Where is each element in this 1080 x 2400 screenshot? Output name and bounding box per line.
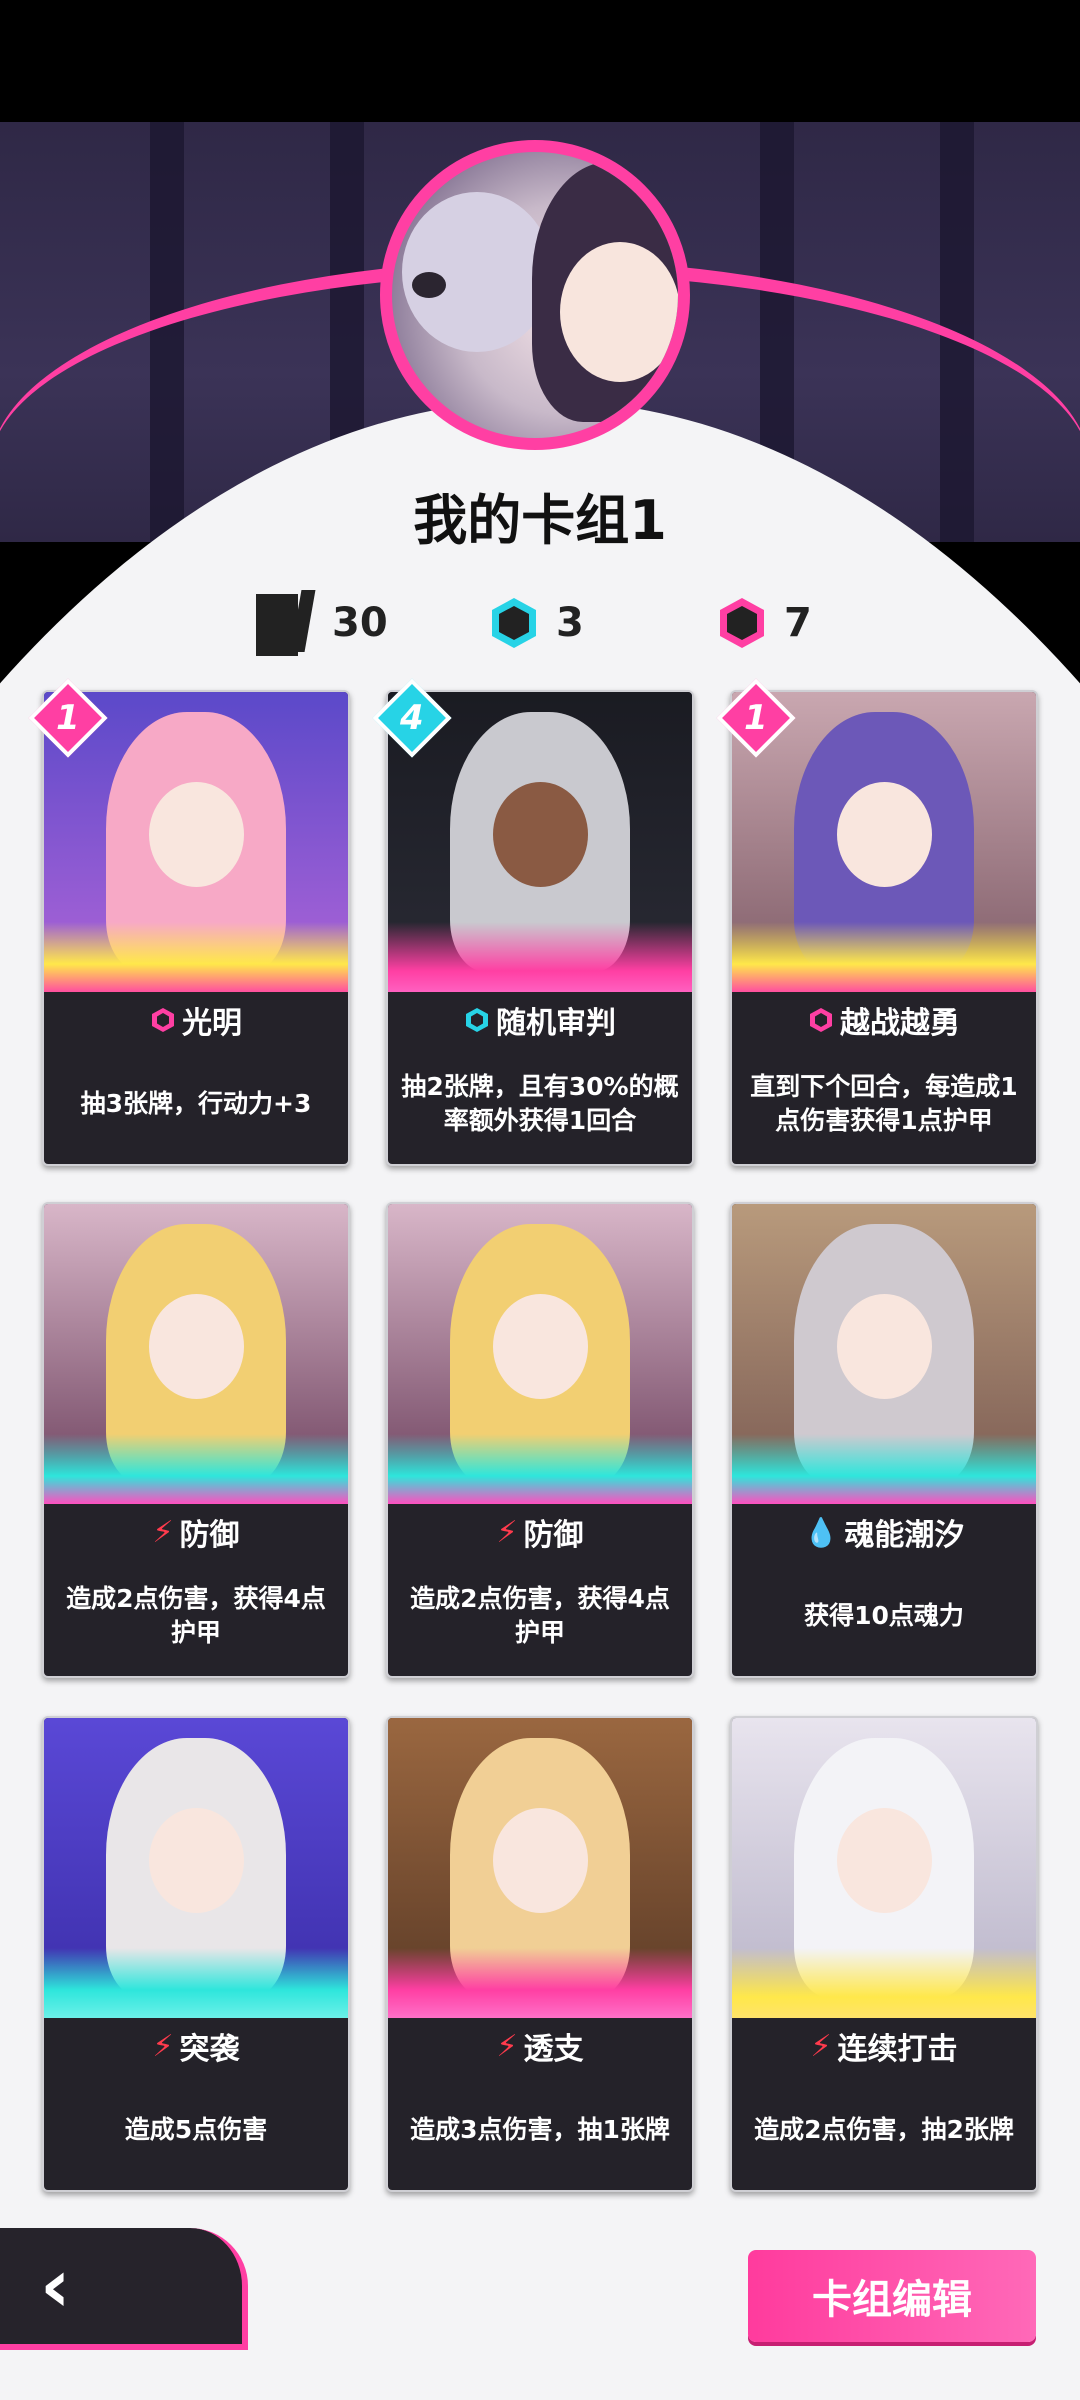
card-description: 抽3张牌，行动力+3 xyxy=(80,1089,312,1118)
card-name: 随机审判 xyxy=(496,1006,616,1041)
card-6[interactable]: 💧 魂能潮汐 获得10点魂力 xyxy=(730,1202,1038,1678)
bolt-icon: ⚡ xyxy=(152,1514,174,1550)
deck-avatar[interactable] xyxy=(380,140,690,450)
deck-title: 我的卡组1 xyxy=(413,489,667,552)
card-8[interactable]: ⚡ 透支 造成3点伤害，抽1张牌 xyxy=(386,1716,694,2192)
card-9[interactable]: ⚡ 连续打击 造成2点伤害，抽2张牌 xyxy=(730,1716,1038,2192)
hex-pink-icon xyxy=(810,1008,832,1032)
card-name: 连续打击 xyxy=(837,2032,958,2067)
card-art xyxy=(388,692,692,992)
card-count-stat: 30 xyxy=(256,588,388,658)
hex-cyan-icon xyxy=(486,595,542,651)
card-description: 获得10点魂力 xyxy=(804,1601,964,1630)
card-art xyxy=(44,1718,348,2018)
card-description: 造成2点伤害，获得4点护甲 xyxy=(410,1584,670,1647)
card-4[interactable]: ⚡ 防御 造成2点伤害，获得4点护甲 xyxy=(42,1202,350,1678)
card-art xyxy=(732,692,1036,992)
card-name: 防御 xyxy=(179,1518,240,1553)
card-art xyxy=(44,1204,348,1504)
card-description: 造成2点伤害，获得4点护甲 xyxy=(66,1584,326,1647)
card-art xyxy=(732,1718,1036,2018)
cards-icon xyxy=(256,590,318,656)
card-5[interactable]: ⚡ 防御 造成2点伤害，获得4点护甲 xyxy=(386,1202,694,1678)
card-description: 造成5点伤害 xyxy=(124,2115,268,2144)
hex-cyan-icon xyxy=(466,1008,488,1032)
card-7[interactable]: ⚡ 突袭 造成5点伤害 xyxy=(42,1716,350,2192)
card-name: 突袭 xyxy=(179,2032,240,2067)
deck-stats: 30 3 7 xyxy=(0,588,1080,658)
edit-deck-button[interactable]: 卡组编辑 xyxy=(748,2250,1036,2342)
card-art xyxy=(44,692,348,992)
card-description: 造成2点伤害，抽2张牌 xyxy=(754,2115,1014,2144)
back-button[interactable]: ‹ xyxy=(0,2228,248,2350)
bolt-icon: ⚡ xyxy=(496,2028,518,2064)
hex-pink-icon xyxy=(152,1008,174,1032)
bolt-icon: ⚡ xyxy=(496,1514,518,1550)
card-description: 抽2张牌，且有30%的概率额外获得1回合 xyxy=(401,1072,679,1135)
card-art xyxy=(388,1718,692,2018)
status-bar xyxy=(0,0,1080,122)
card-1[interactable]: 光明 抽3张牌，行动力+3 xyxy=(42,690,350,1166)
card-art xyxy=(732,1204,1036,1504)
chevron-left-icon: ‹ xyxy=(40,2243,71,2329)
card-art xyxy=(388,1204,692,1504)
pink-count: 7 xyxy=(784,600,812,646)
card-count: 30 xyxy=(332,600,388,646)
cyan-count: 3 xyxy=(556,600,584,646)
card-name: 魂能潮汐 xyxy=(844,1518,965,1553)
card-description: 造成3点伤害，抽1张牌 xyxy=(410,2115,670,2144)
card-2[interactable]: 随机审判 抽2张牌，且有30%的概率额外获得1回合 xyxy=(386,690,694,1166)
card-name: 光明 xyxy=(182,1006,242,1041)
bolt-icon: ⚡ xyxy=(152,2028,174,2064)
card-name: 透支 xyxy=(523,2032,584,2067)
pink-cost-stat: 7 xyxy=(714,588,812,658)
card-name: 防御 xyxy=(523,1518,584,1553)
card-name: 越战越勇 xyxy=(840,1006,960,1041)
card-3[interactable]: 越战越勇 直到下个回合，每造成1点伤害获得1点护甲 xyxy=(730,690,1038,1166)
bolt-icon: ⚡ xyxy=(810,2028,832,2064)
hex-pink-icon xyxy=(714,595,770,651)
card-description: 直到下个回合，每造成1点伤害获得1点护甲 xyxy=(750,1072,1018,1135)
cyan-cost-stat: 3 xyxy=(486,588,584,658)
drop-icon: 💧 xyxy=(803,1515,839,1549)
